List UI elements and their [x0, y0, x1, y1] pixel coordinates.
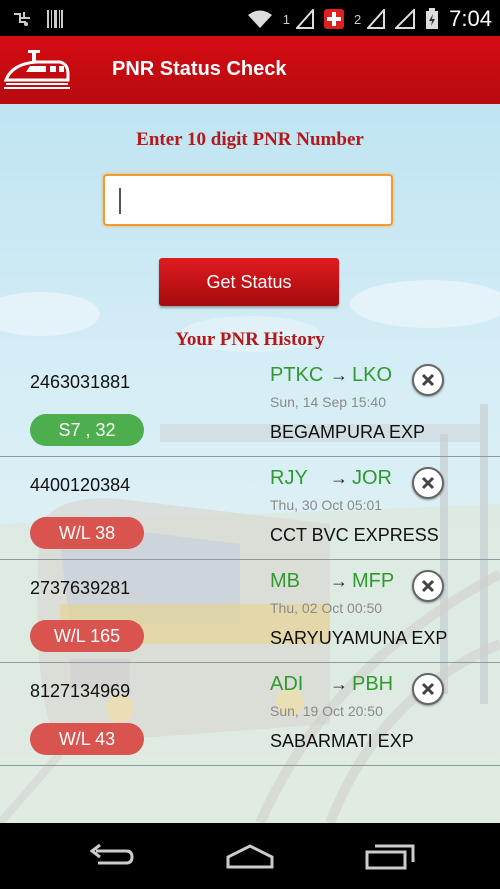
sim1-label: 1	[282, 11, 290, 27]
to-station: MFP	[352, 570, 395, 592]
arrow-icon: →	[330, 571, 348, 591]
barcode-icon	[46, 8, 64, 30]
remove-button[interactable]	[412, 570, 444, 602]
usb-debug-icon	[12, 8, 34, 30]
history-row[interactable]: 2737639281 W/L 165 MB → MFP Thu, 02 Oct …	[0, 560, 500, 663]
route: RJY → JOR	[270, 467, 392, 490]
route: ADI → PBH	[270, 673, 393, 696]
history-row[interactable]: 8127134969 W/L 43 ADI → PBH Sun, 19 Oct …	[0, 663, 500, 766]
back-icon[interactable]	[80, 839, 140, 873]
arrow-icon: →	[330, 365, 348, 385]
to-station: JOR	[352, 467, 392, 489]
home-icon[interactable]	[220, 839, 280, 873]
text-cursor	[119, 188, 121, 214]
status-badge: W/L 165	[30, 620, 144, 652]
pnr-number: 2463031881	[30, 372, 131, 392]
pnr-number: 2737639281	[30, 578, 131, 598]
pnr-number: 4400120384	[30, 475, 131, 495]
remove-button[interactable]	[412, 673, 444, 705]
travel-date: Thu, 30 Oct 05:01	[270, 497, 383, 513]
train-name: CCT BVC EXPRESS	[270, 525, 439, 545]
close-icon	[421, 579, 435, 593]
get-status-button[interactable]: Get Status	[159, 258, 339, 306]
route: MB → MFP	[270, 570, 394, 593]
remove-button[interactable]	[412, 364, 444, 396]
arrow-icon: →	[330, 468, 348, 488]
status-badge: W/L 43	[30, 723, 144, 755]
train-logo-icon	[2, 48, 72, 92]
from-station: RJY	[270, 467, 308, 489]
to-station: PBH	[352, 673, 394, 695]
travel-date: Sun, 14 Sep 15:40	[270, 394, 386, 410]
battery-charging-icon	[425, 8, 439, 30]
sim1-signal-icon	[295, 8, 314, 30]
sim2-label: 2	[353, 11, 362, 27]
train-name: BEGAMPURA EXP	[270, 422, 426, 442]
status-bar: 1 2 7:04	[0, 0, 500, 36]
history-row[interactable]: 2463031881 S7 , 32 PTKC → LKO Sun, 14 Se…	[0, 354, 500, 457]
close-icon	[421, 373, 435, 387]
recents-icon[interactable]	[360, 839, 420, 873]
emergency-icon	[323, 8, 344, 30]
from-station: PTKC	[270, 364, 324, 386]
from-station: ADI	[270, 673, 304, 695]
navigation-bar	[0, 823, 500, 889]
history-row[interactable]: 4400120384 W/L 38 RJY → JOR Thu, 30 Oct …	[0, 457, 500, 560]
main-content: Enter 10 digit PNR Number Get Status You…	[0, 104, 500, 823]
travel-date: Thu, 02 Oct 00:50	[270, 600, 383, 616]
remove-button[interactable]	[412, 467, 444, 499]
pnr-input[interactable]	[103, 174, 393, 226]
clock: 7:04	[449, 6, 492, 31]
travel-date: Sun, 19 Oct 20:50	[270, 703, 383, 719]
wifi-icon	[247, 8, 273, 30]
train-name: SABARMATI EXP	[270, 731, 414, 751]
close-icon	[421, 476, 435, 490]
enter-pnr-label: Enter 10 digit PNR Number	[136, 129, 364, 150]
pnr-history-list: 2463031881 S7 , 32 PTKC → LKO Sun, 14 Se…	[0, 354, 500, 766]
status-badge: S7 , 32	[30, 414, 144, 446]
sim2-signal-icon	[367, 8, 386, 30]
pnr-history-label: Your PNR History	[175, 329, 325, 350]
app-title: PNR Status Check	[112, 58, 287, 80]
status-badge: W/L 38	[30, 517, 144, 549]
arrow-icon: →	[330, 674, 348, 694]
train-name: SARYUYAMUNA EXP	[270, 628, 448, 648]
route: PTKC → LKO	[270, 364, 392, 387]
pnr-number: 8127134969	[30, 681, 131, 701]
app-bar: PNR Status Check	[0, 36, 500, 104]
to-station: LKO	[352, 364, 393, 386]
close-icon	[421, 682, 435, 696]
from-station: MB	[270, 570, 300, 592]
signal-icon	[395, 8, 416, 30]
